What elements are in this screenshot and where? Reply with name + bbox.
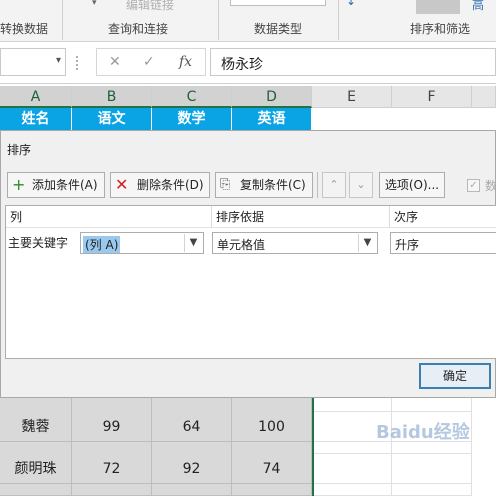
cell-blank[interactable] <box>392 484 472 496</box>
ribbon-edit-links[interactable]: 编辑链接 <box>126 0 174 13</box>
formula-input[interactable]: 杨永珍 <box>210 48 496 76</box>
chevron-down-icon[interactable]: ▾ <box>56 55 61 66</box>
sort-icon[interactable]: ↓ <box>346 0 356 8</box>
resize-handle[interactable] <box>76 56 78 70</box>
column-header-f[interactable]: F <box>392 86 472 108</box>
primary-key-label: 主要关键字 <box>8 236 69 250</box>
cell-blank[interactable] <box>392 398 472 412</box>
grid-header-order: 次序 <box>390 206 496 228</box>
cell-blank[interactable] <box>72 398 152 412</box>
cell-math[interactable]: 92 <box>152 454 232 484</box>
ribbon-data-types: 数据类型 <box>254 22 303 36</box>
ribbon-divider <box>218 0 219 40</box>
options-button[interactable]: 选项(O)... <box>379 172 445 198</box>
plus-icon: + <box>12 175 26 194</box>
toolbar-divider <box>317 172 318 198</box>
enter-icon[interactable]: ✓ <box>143 54 155 70</box>
name-box[interactable]: ▾ <box>0 48 66 76</box>
data-type-gallery[interactable] <box>230 0 326 6</box>
has-headers-label: 数 <box>485 179 496 193</box>
cell-blank[interactable] <box>0 442 72 454</box>
chevron-down-icon[interactable]: ▾ <box>92 0 97 8</box>
sort-levels-grid: 列 排序依据 次序 主要关键字 (列 A) ▼ 单元格值 ▼ 升序 <box>5 205 496 359</box>
cell-blank[interactable] <box>0 484 72 496</box>
delete-level-label: 删除条件(D) <box>137 178 204 192</box>
grid-header-column: 列 <box>6 206 212 228</box>
ribbon-transform-data[interactable]: 转换数据 <box>0 20 48 37</box>
chevron-down-icon[interactable]: ▼ <box>184 234 202 252</box>
cell-blank[interactable] <box>314 484 392 496</box>
sort-on-select[interactable]: 单元格值 ▼ <box>212 232 378 254</box>
ribbon-queries-connections: 查询和连接 <box>108 22 169 36</box>
cell-math[interactable]: 64 <box>152 412 232 442</box>
ribbon: 转换数据 ▾ 编辑链接 查询和连接 数据类型 ↓ 排序和筛选 高 <box>0 0 496 42</box>
sort-column-value: (列 A) <box>83 236 121 253</box>
selection-border <box>312 398 314 496</box>
cell-english[interactable]: 74 <box>232 454 312 484</box>
sort-column-select[interactable]: (列 A) ▼ <box>80 232 204 254</box>
cell-blank[interactable] <box>72 484 152 496</box>
cell-blank[interactable] <box>232 442 312 454</box>
cell-blank[interactable] <box>232 398 312 412</box>
ribbon-sort-filter: 排序和筛选 <box>410 22 471 36</box>
watermark: Baidu经验 <box>376 422 470 443</box>
cell-blank[interactable] <box>232 484 312 496</box>
ribbon-advanced[interactable]: 高 <box>472 0 484 13</box>
column-header-e[interactable]: E <box>312 86 392 108</box>
header-cell-chinese[interactable]: 语文 <box>72 108 152 130</box>
order-select[interactable]: 升序 <box>390 232 496 254</box>
sort-on-value: 单元格值 <box>217 238 266 252</box>
move-up-icon[interactable]: ⌃ <box>322 172 346 198</box>
grid-header-sort-on: 排序依据 <box>212 206 390 228</box>
has-headers-checkbox[interactable]: ✓ <box>467 179 480 192</box>
header-cell-english[interactable]: 英语 <box>232 108 312 130</box>
formula-bar: ▾ ✕ ✓ fx 杨永珍 <box>0 42 496 84</box>
add-level-button[interactable]: + 添加条件(A) <box>7 172 105 198</box>
formula-value: 杨永珍 <box>221 57 263 73</box>
column-header-d[interactable]: D <box>232 86 312 108</box>
move-down-icon[interactable]: ⌄ <box>349 172 373 198</box>
ribbon-divider <box>62 0 63 40</box>
cell-chinese[interactable]: 72 <box>72 454 152 484</box>
cell-name[interactable]: 魏蓉 <box>0 412 72 442</box>
sort-dialog: 排序 + 添加条件(A) ✕ 删除条件(D) ⎘ 复制条件(C) ⌃ ⌄ 选项(… <box>0 130 496 398</box>
cell-blank[interactable] <box>72 442 152 454</box>
delete-level-button[interactable]: ✕ 删除条件(D) <box>110 172 210 198</box>
delete-icon: ✕ <box>115 175 129 194</box>
filter-button[interactable] <box>416 0 460 14</box>
insert-function-icon[interactable]: fx <box>179 54 192 70</box>
copy-icon: ⎘ <box>220 177 231 192</box>
chevron-down-icon[interactable]: ▼ <box>358 234 376 252</box>
copy-level-label: 复制条件(C) <box>240 178 306 192</box>
ok-button[interactable]: 确定 <box>419 363 491 389</box>
cell-blank[interactable] <box>152 484 232 496</box>
cell-blank[interactable] <box>152 398 232 412</box>
formula-buttons: ✕ ✓ fx <box>96 48 206 76</box>
column-header-b[interactable]: B <box>72 86 152 108</box>
column-header-c[interactable]: C <box>152 86 232 108</box>
cell-blank[interactable] <box>392 454 472 484</box>
dialog-title: 排序 <box>7 143 32 157</box>
cell-english[interactable]: 100 <box>232 412 312 442</box>
cell-name[interactable]: 颜明珠 <box>0 454 72 484</box>
column-header-g[interactable] <box>472 86 496 108</box>
header-cell-name[interactable]: 姓名 <box>0 108 72 130</box>
column-header-a[interactable]: A <box>0 86 72 108</box>
cell-blank[interactable] <box>314 454 392 484</box>
cell-chinese[interactable]: 99 <box>72 412 152 442</box>
order-value: 升序 <box>395 238 420 252</box>
ribbon-divider <box>338 0 339 40</box>
cell-blank[interactable] <box>314 398 392 412</box>
cancel-icon[interactable]: ✕ <box>109 54 121 70</box>
cell-blank[interactable] <box>152 442 232 454</box>
header-cell-math[interactable]: 数学 <box>152 108 232 130</box>
cell-blank[interactable] <box>0 398 72 412</box>
add-level-label: 添加条件(A) <box>32 178 98 192</box>
copy-level-button[interactable]: ⎘ 复制条件(C) <box>215 172 313 198</box>
